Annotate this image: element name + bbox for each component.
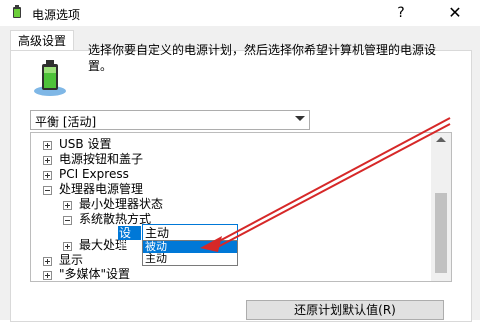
window-title: 电源选项 — [32, 8, 81, 22]
settings-tree[interactable]: USB 设置 电源按钮和盖子 PCI Express 处理器电源管理 最小处理器… — [30, 132, 452, 282]
setting-current-value: 主动 — [145, 226, 170, 240]
expand-icon[interactable] — [63, 242, 72, 251]
tab-advanced-settings[interactable]: 高级设置 — [10, 30, 74, 51]
collapse-icon[interactable] — [43, 186, 52, 195]
expand-icon[interactable] — [43, 257, 52, 266]
chevron-down-icon — [295, 116, 305, 121]
scroll-up-icon[interactable] — [436, 137, 446, 142]
power-plan-value: 平衡 [活动] — [35, 115, 97, 129]
expand-icon[interactable] — [43, 171, 52, 180]
option-active[interactable]: 主动 — [143, 253, 237, 265]
tree-scrollbar[interactable] — [431, 133, 451, 281]
expand-icon[interactable] — [43, 141, 52, 150]
plan-description: 选择你要自定义的电源计划，然后选择你希望计算机管理的电源设置。 — [88, 43, 437, 73]
battery-plan-icon — [34, 60, 66, 96]
title-bar: 电源选项 ? ✕ — [0, 0, 480, 26]
scrollbar-thumb[interactable] — [435, 193, 447, 273]
help-button[interactable]: ? — [386, 2, 416, 24]
collapse-icon[interactable] — [63, 216, 72, 225]
expand-icon[interactable] — [43, 271, 52, 280]
restore-defaults-button[interactable]: 还原计划默认值(R) — [246, 300, 444, 320]
battery-power-icon — [13, 5, 21, 18]
setting-label: 设置: — [118, 226, 141, 254]
expand-icon[interactable] — [43, 156, 52, 165]
setting-options-list[interactable]: 被动 主动 — [142, 240, 238, 266]
power-plan-select[interactable]: 平衡 [活动] — [30, 110, 310, 130]
close-button[interactable]: ✕ — [438, 2, 472, 24]
expand-icon[interactable] — [63, 201, 72, 210]
